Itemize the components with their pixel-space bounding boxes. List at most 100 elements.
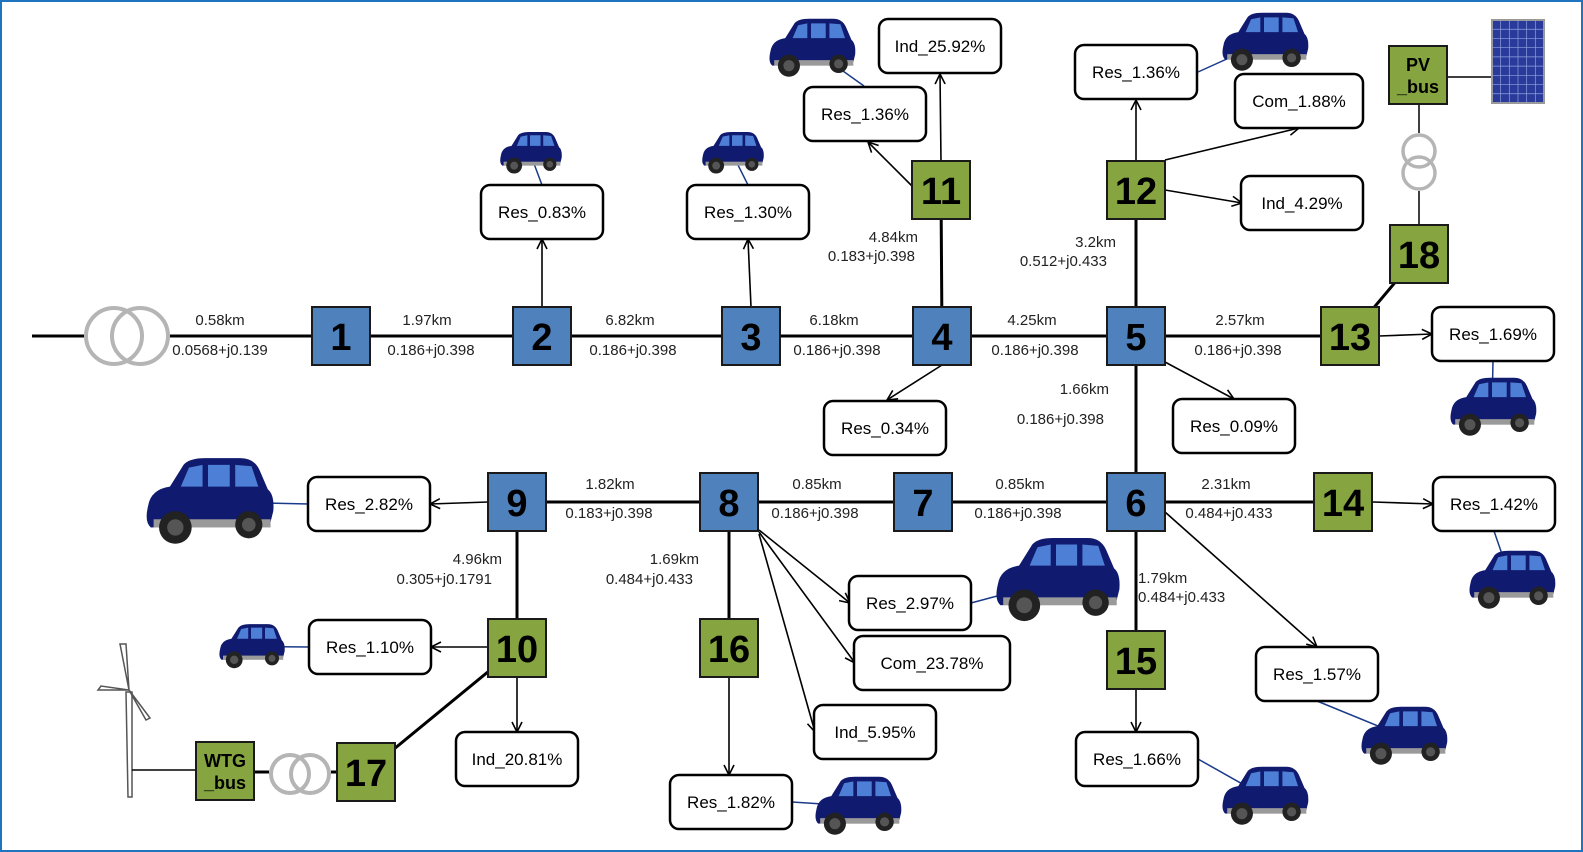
load-label: Ind_5.95% [834, 723, 915, 742]
load-box: Ind_25.92% [877, 17, 1003, 75]
bus-number: 4 [931, 317, 952, 359]
bus-3: 3 [721, 306, 781, 366]
bus-number: 7 [912, 483, 933, 525]
bus-8: 8 [699, 472, 759, 532]
load-label: Ind_20.81% [472, 750, 563, 769]
bus-4: 4 [912, 306, 972, 366]
line-impedance: 0.183+j0.398 [828, 248, 915, 265]
line-impedance: 0.183+j0.398 [565, 505, 652, 522]
load-label: Res_1.36% [821, 105, 909, 124]
wtg-bus: WTG_bus [195, 741, 255, 801]
load-box: Ind_20.81% [454, 730, 580, 788]
load-label: Res_1.57% [1273, 665, 1361, 684]
load-label: Res_1.30% [704, 203, 792, 222]
load-box: Res_2.82% [306, 475, 432, 533]
load-box: Res_1.36% [1073, 43, 1199, 101]
load-label: Res_1.69% [1449, 325, 1537, 344]
bus-5: 5 [1106, 306, 1166, 366]
load-arrow [1378, 334, 1432, 336]
load-arrow [1164, 361, 1234, 399]
bus-name: _bus [203, 773, 246, 793]
line-impedance: 0.484+j0.433 [1185, 505, 1272, 522]
line-impedance: 0.186+j0.398 [974, 505, 1061, 522]
load-label: Ind_4.29% [1261, 194, 1342, 213]
load-box: Ind_5.95% [812, 703, 938, 761]
bus-2: 2 [512, 306, 572, 366]
ev-car-icon [769, 18, 856, 77]
line-length: 6.18km [809, 312, 858, 329]
load-box: Res_0.34% [822, 399, 948, 457]
line-length: 1.66km [1060, 381, 1109, 398]
bus-11: 11 [911, 160, 971, 220]
bus-7: 7 [893, 472, 953, 532]
ev-car-icon [1361, 706, 1448, 765]
load-arrow [868, 142, 915, 189]
line-impedance: 0.186+j0.398 [589, 342, 676, 359]
load-arrow [1372, 502, 1433, 504]
bus-number: 2 [531, 317, 552, 359]
line-length: 4.84km [869, 229, 918, 246]
bus-1: 1 [311, 306, 371, 366]
load-label: Res_0.09% [1190, 417, 1278, 436]
load-box: Com_23.78% [852, 634, 1012, 692]
distribution-network-diagram: Res_0.83% Res_1.30% Res_1.36% Ind_25.92% Res… [0, 0, 1583, 852]
line-length: 0.85km [792, 476, 841, 493]
bus-10: 10 [487, 618, 547, 678]
line-impedance: 0.186+j0.398 [387, 342, 474, 359]
bus-18: 18 [1389, 224, 1449, 284]
line-length: 1.79km [1138, 570, 1187, 587]
bus-14: 14 [1313, 472, 1373, 532]
ev-car-icon [1222, 12, 1309, 71]
bus-number: 8 [718, 483, 739, 525]
bus-number: 11 [921, 171, 961, 213]
line-impedance: 0.484+j0.433 [1138, 589, 1225, 606]
ev-car-icon [146, 458, 274, 544]
ev-car-icon [1469, 550, 1556, 609]
load-label: Com_23.78% [880, 654, 983, 673]
line-impedance: 0.186+j0.398 [771, 505, 858, 522]
line-length: 4.25km [1007, 312, 1056, 329]
wind-turbine-icon [96, 643, 152, 798]
load-arrow [430, 502, 489, 504]
bus-number: 3 [740, 317, 761, 359]
line-length: 2.31km [1201, 476, 1250, 493]
load-arrow [887, 364, 943, 400]
bus-number: 10 [496, 629, 538, 671]
load-arrow [758, 529, 850, 603]
load-label: Res_1.10% [326, 638, 414, 657]
load-box: Res_1.66% [1074, 730, 1200, 788]
line-length: 0.58km [195, 312, 244, 329]
line-length: 0.85km [995, 476, 1044, 493]
network-canvas: Res_0.83% Res_1.30% Res_1.36% Ind_25.92% Res… [32, 12, 1557, 835]
bus-13: 13 [1320, 306, 1380, 366]
bus-17: 17 [336, 742, 396, 802]
line-length: 1.69km [650, 551, 699, 568]
line-impedance: 0.305+j0.1791 [396, 571, 492, 588]
bus-number: 9 [506, 483, 527, 525]
bus-number: 15 [1115, 641, 1157, 683]
load-box: Res_1.69% [1430, 305, 1556, 363]
bus-15: 15 [1106, 630, 1166, 690]
bus-9: 9 [487, 472, 547, 532]
load-label: Ind_25.92% [895, 37, 986, 56]
bus-number: 14 [1322, 483, 1364, 525]
load-box: Res_1.10% [307, 618, 433, 676]
load-label: Res_0.83% [498, 203, 586, 222]
line-length: 3.2km [1075, 234, 1116, 251]
ev-car-icon [1222, 766, 1309, 825]
turbine-tower [125, 691, 133, 798]
ev-car-icon [702, 131, 764, 174]
load-box: Res_1.30% [685, 183, 811, 241]
line-impedance: 0.186+j0.398 [991, 342, 1078, 359]
line-length: 1.97km [402, 312, 451, 329]
bus-number: 6 [1125, 483, 1146, 525]
line-length: 2.57km [1215, 312, 1264, 329]
load-arrow [940, 74, 941, 163]
bus-16: 16 [699, 618, 759, 678]
load-box: Res_1.36% [802, 85, 928, 143]
load-label: Com_1.88% [1252, 92, 1346, 111]
bus-number: 5 [1125, 317, 1146, 359]
line-impedance: 0.186+j0.398 [1017, 411, 1104, 428]
transformer-icon [84, 306, 170, 366]
load-box: Res_1.57% [1254, 645, 1380, 703]
